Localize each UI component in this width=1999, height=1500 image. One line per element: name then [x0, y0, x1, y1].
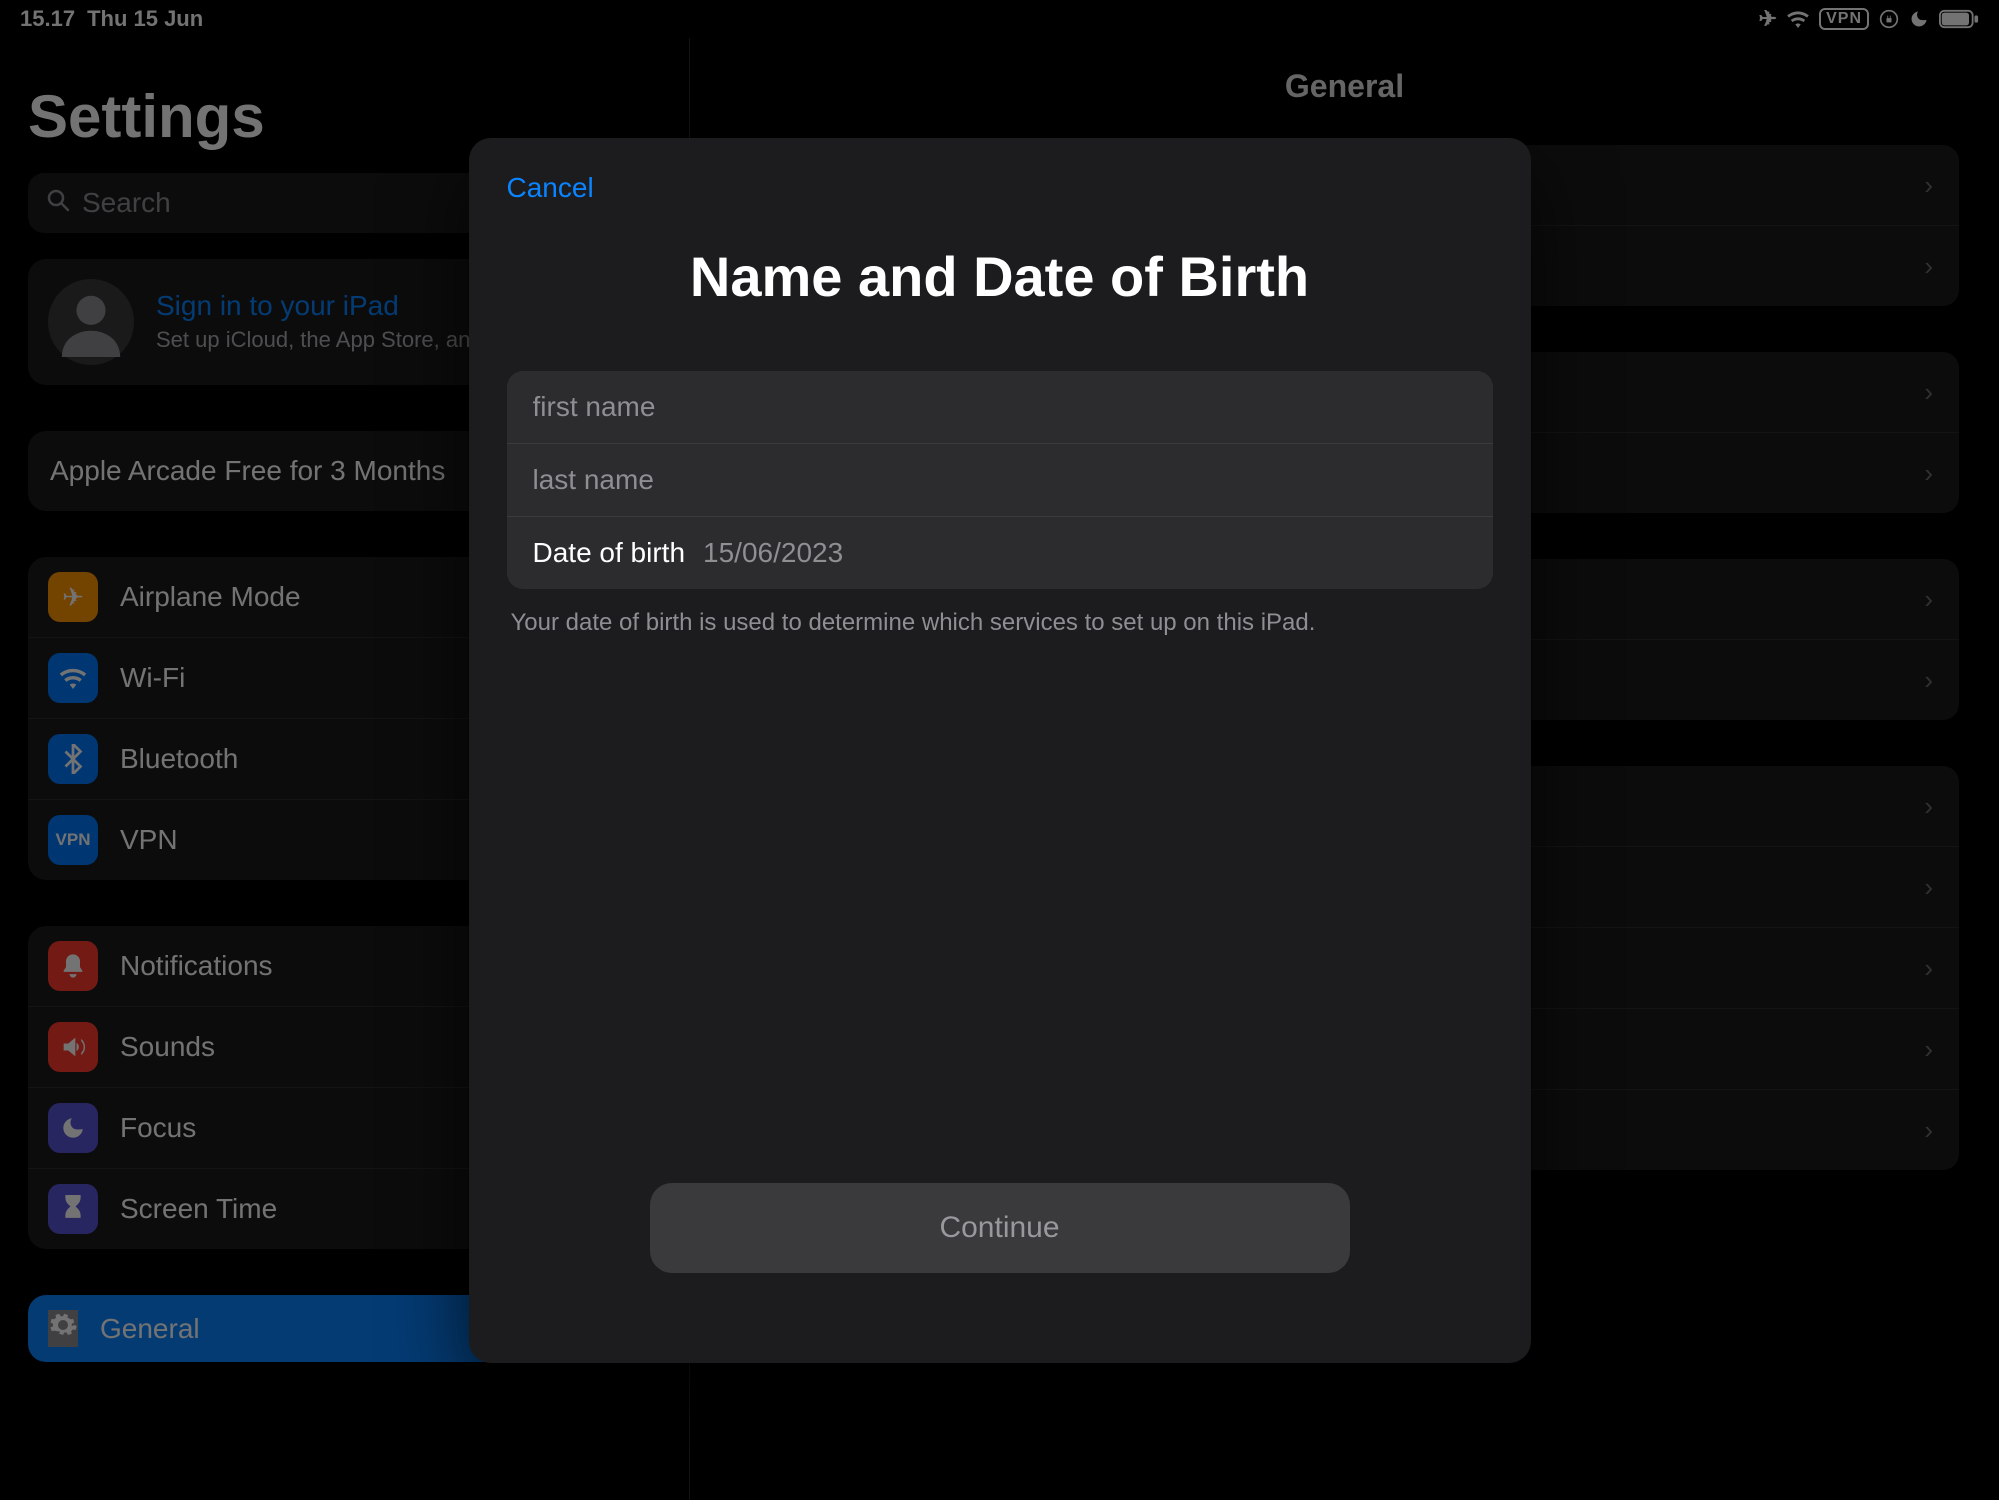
bell-icon	[48, 941, 98, 991]
hourglass-icon	[48, 1184, 98, 1234]
bluetooth-icon	[48, 734, 98, 784]
search-icon	[46, 187, 70, 219]
orientation-lock-icon	[1879, 9, 1899, 29]
cancel-button[interactable]: Cancel	[507, 172, 594, 204]
last-name-input[interactable]	[533, 464, 1467, 496]
search-placeholder: Search	[82, 187, 171, 219]
avatar-icon	[48, 279, 134, 365]
vpn-badge: VPN	[1819, 8, 1869, 30]
gear-icon	[48, 1310, 78, 1347]
speaker-icon	[48, 1022, 98, 1072]
status-date: Thu 15 Jun	[87, 6, 203, 32]
promo-label: Apple Arcade Free for 3 Months	[50, 455, 445, 486]
chevron-right-icon: ›	[1924, 872, 1933, 903]
dob-row[interactable]: Date of birth 15/06/2023	[507, 516, 1493, 589]
sidebar-item-label: General	[100, 1313, 200, 1345]
airplane-icon: ✈︎	[48, 572, 98, 622]
chevron-right-icon: ›	[1924, 1034, 1933, 1065]
do-not-disturb-icon	[1909, 9, 1929, 29]
dob-label: Date of birth	[533, 537, 686, 569]
modal-form-group: Date of birth 15/06/2023	[507, 371, 1493, 589]
vpn-icon: VPN	[48, 815, 98, 865]
airplane-mode-icon: ✈︎	[1759, 6, 1777, 32]
battery-icon	[1939, 9, 1979, 29]
chevron-right-icon: ›	[1924, 665, 1933, 696]
chevron-right-icon: ›	[1924, 377, 1933, 408]
chevron-right-icon: ›	[1924, 791, 1933, 822]
modal-help-text: Your date of birth is used to determine …	[507, 609, 1493, 637]
chevron-right-icon: ›	[1924, 584, 1933, 615]
continue-button[interactable]: Continue	[650, 1183, 1350, 1273]
moon-icon	[48, 1103, 98, 1153]
chevron-right-icon: ›	[1924, 953, 1933, 984]
first-name-row[interactable]	[507, 371, 1493, 443]
wifi-icon	[48, 653, 98, 703]
name-dob-modal: Cancel Name and Date of Birth Date of bi…	[469, 138, 1531, 1363]
dob-value: 15/06/2023	[703, 537, 843, 569]
detail-title: General	[730, 68, 1959, 105]
last-name-row[interactable]	[507, 443, 1493, 516]
status-bar: 15.17 Thu 15 Jun ✈︎ VPN	[0, 0, 1999, 38]
modal-title: Name and Date of Birth	[507, 244, 1493, 309]
wifi-icon	[1787, 10, 1809, 28]
chevron-right-icon: ›	[1924, 251, 1933, 282]
first-name-input[interactable]	[533, 391, 1467, 423]
chevron-right-icon: ›	[1924, 1115, 1933, 1146]
status-time: 15.17	[20, 6, 75, 32]
chevron-right-icon: ›	[1924, 170, 1933, 201]
chevron-right-icon: ›	[1924, 458, 1933, 489]
